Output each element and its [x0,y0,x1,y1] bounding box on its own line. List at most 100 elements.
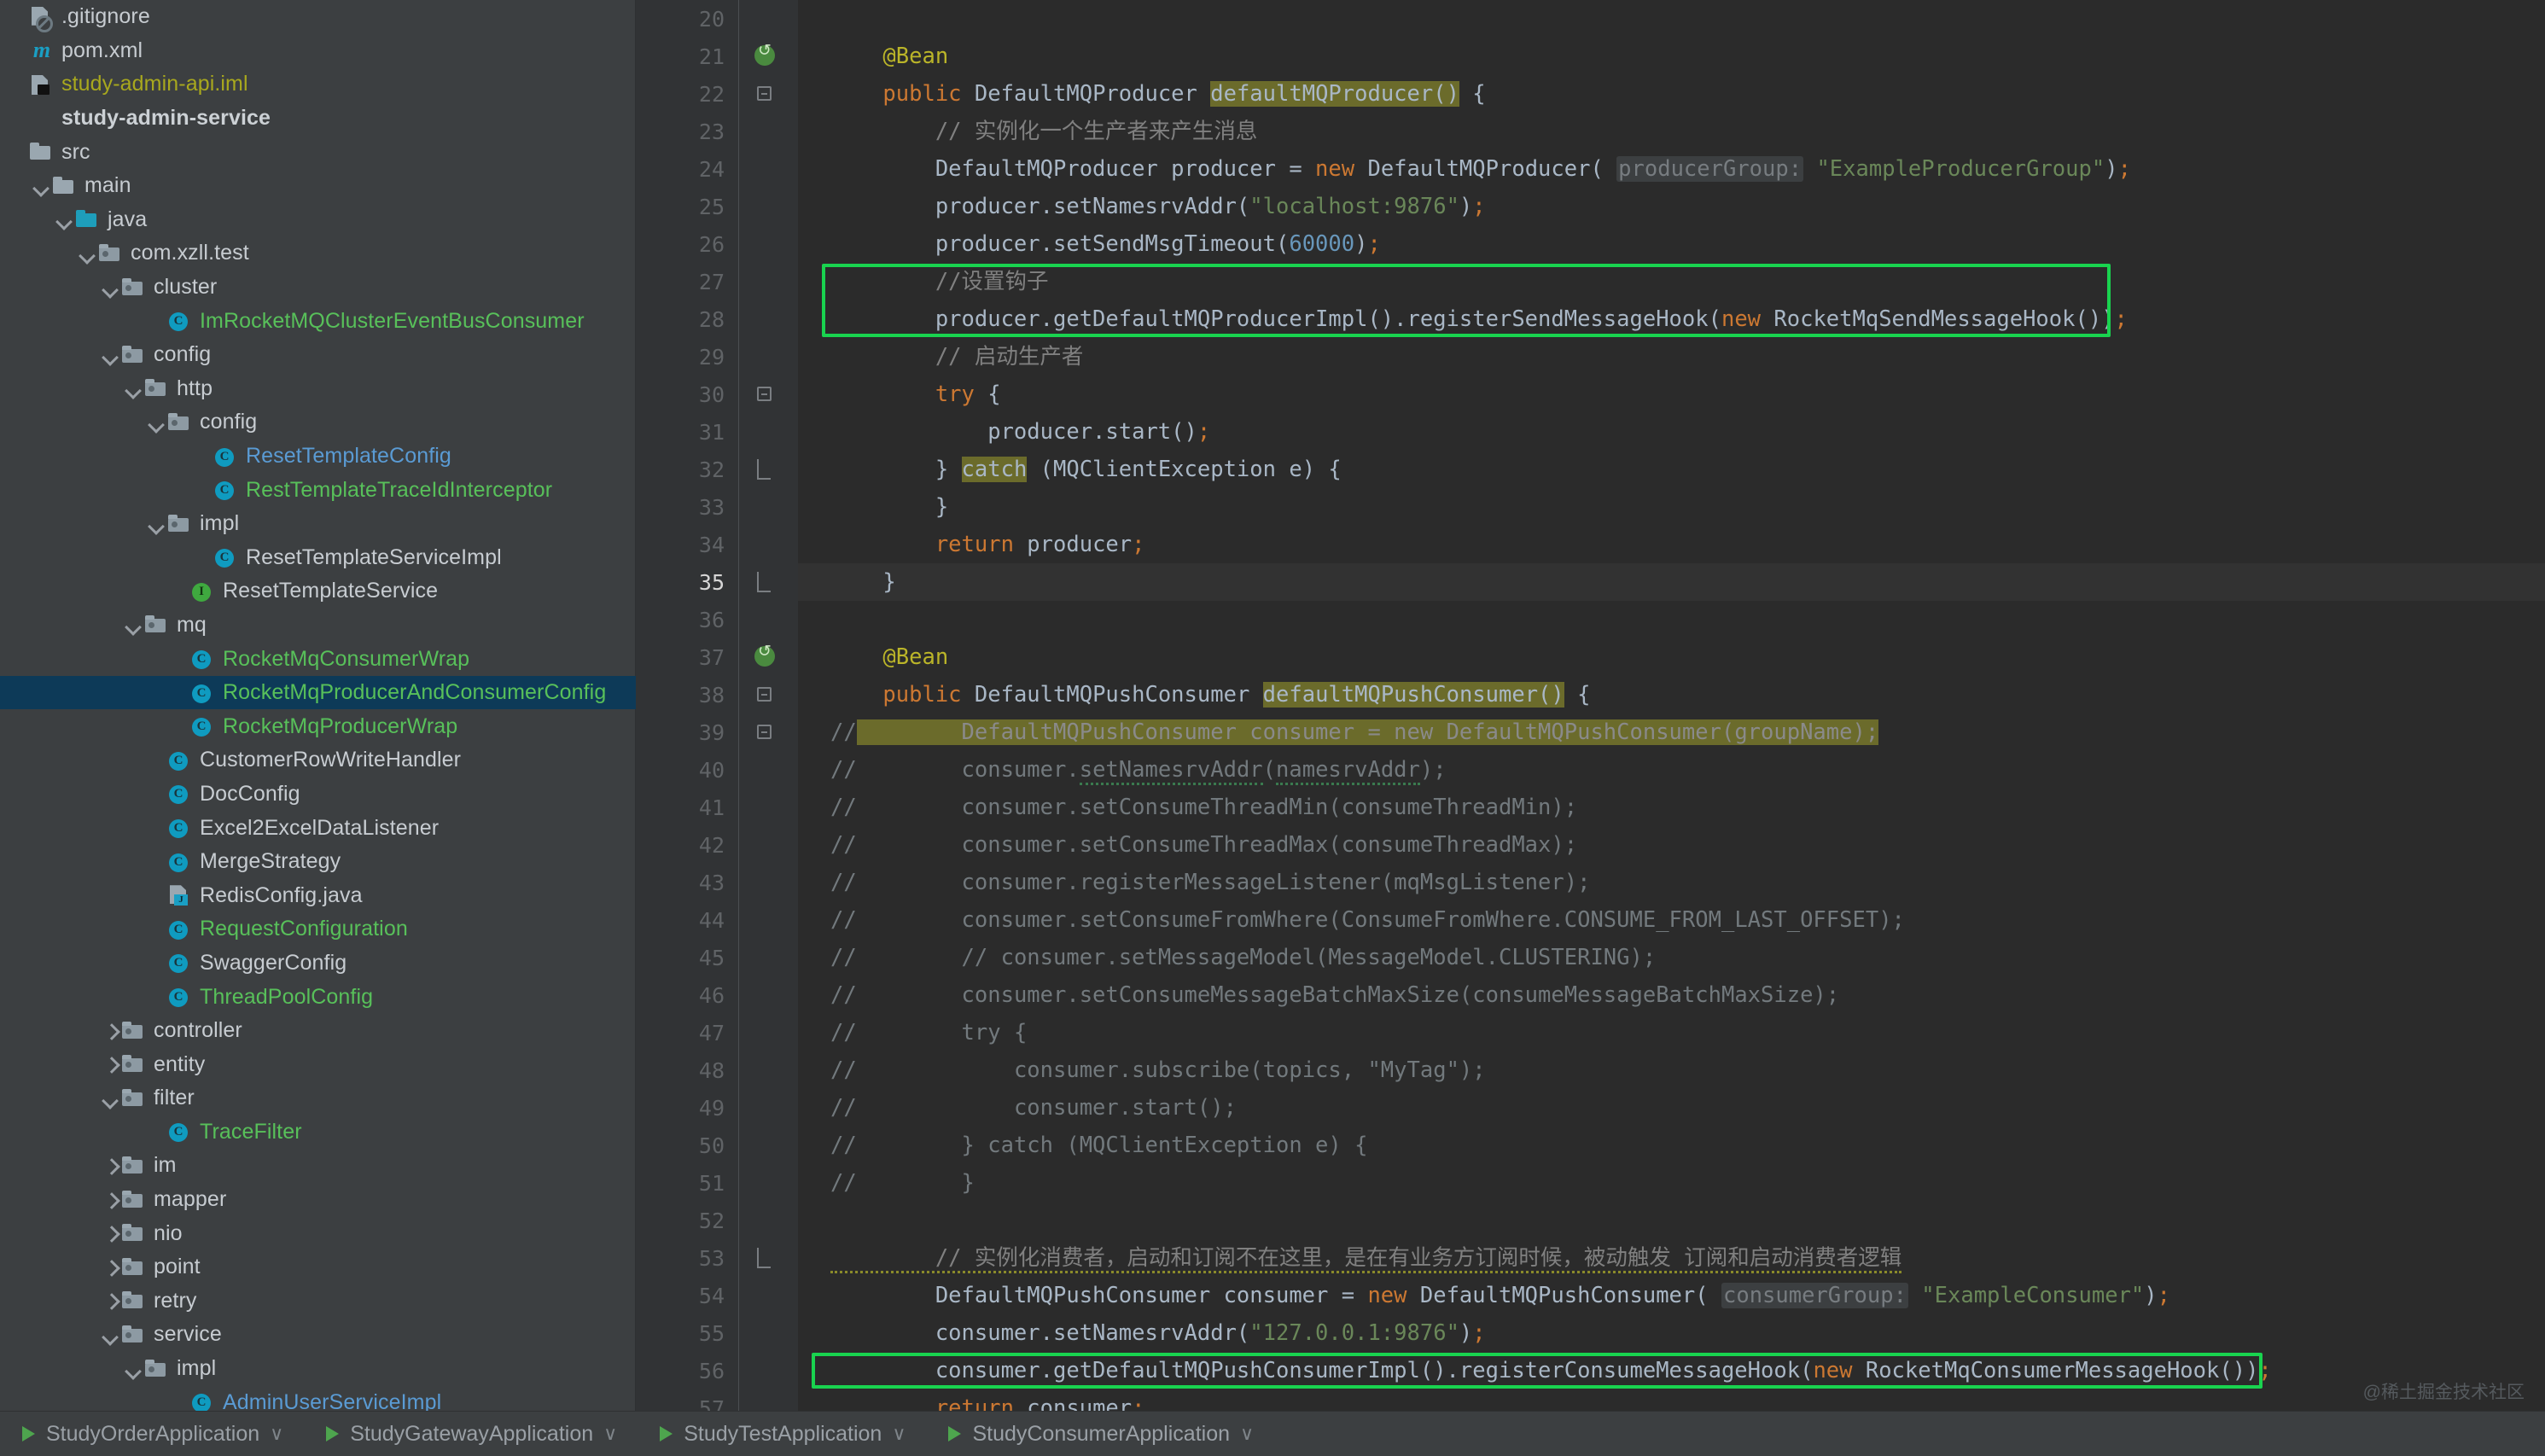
tree-row[interactable]: java [0,203,636,237]
chevron-right-icon[interactable] [99,1155,121,1177]
code-line[interactable]: // consumer.subscribe(topics, "MyTag"); [798,1051,2545,1089]
tree-row[interactable]: config [0,405,636,440]
code-line[interactable]: @Bean [798,38,2545,75]
chevron-down-icon[interactable] [30,175,52,197]
line-number[interactable]: 48 [636,1051,738,1089]
line-number[interactable]: 57 [636,1389,738,1412]
code-line[interactable] [798,1202,2545,1239]
code-line[interactable]: DefaultMQPushConsumer consumer = new Def… [798,1277,2545,1314]
line-number[interactable]: 21 [636,38,738,75]
fold-end-icon[interactable] [757,1248,771,1268]
tree-row[interactable]: J RedisConfig.java [0,878,636,912]
line-number[interactable]: 50 [636,1127,738,1164]
fold-end-icon[interactable] [757,572,771,592]
tree-row[interactable]: entity [0,1047,636,1081]
line-number[interactable]: 20 [636,0,738,38]
chevron-down-icon[interactable] [53,208,75,230]
tree-row[interactable]: im [0,1149,636,1183]
tree-row[interactable]: C ThreadPoolConfig [0,980,636,1014]
tree-row[interactable]: C CustomerRowWriteHandler [0,743,636,778]
tree-row[interactable]: study-admin-api.iml [0,67,636,102]
chevron-down-icon[interactable]: ∨ [603,1423,617,1445]
chevron-down-icon[interactable] [122,1358,144,1380]
code-line[interactable]: // consumer.setConsumeMessageBatchMaxSiz… [798,976,2545,1014]
code-line[interactable]: return producer; [798,526,2545,563]
line-number[interactable]: 32 [636,451,738,488]
code-line[interactable]: // consumer.setConsumeThreadMax(consumeT… [798,826,2545,864]
line-number[interactable]: 30 [636,376,738,413]
line-number[interactable]: 46 [636,976,738,1014]
run-tab[interactable]: StudyTestApplication ∨ [656,1422,906,1447]
chevron-down-icon[interactable] [99,1324,121,1346]
chevron-down-icon[interactable]: ∨ [1240,1423,1254,1445]
tree-row[interactable]: C ImRocketMQClusterEventBusConsumer [0,304,636,338]
code-line[interactable]: public DefaultMQProducer defaultMQProduc… [798,75,2545,113]
line-number[interactable]: 40 [636,751,738,789]
tree-row[interactable]: point [0,1250,636,1284]
chevron-right-icon[interactable] [99,1222,121,1244]
tree-row[interactable]: C TraceFilter [0,1115,636,1150]
line-number[interactable]: 45 [636,939,738,976]
code-canvas[interactable]: @Bean public DefaultMQProducer defaultMQ… [798,0,2545,1411]
line-number[interactable]: 35 [636,563,738,601]
chevron-right-icon[interactable] [99,1189,121,1211]
code-line[interactable]: } catch (MQClientException e) { [798,451,2545,488]
code-line[interactable]: } [798,563,2545,601]
code-line[interactable]: public DefaultMQPushConsumer defaultMQPu… [798,676,2545,713]
tree-row[interactable]: impl [0,1352,636,1386]
tree-row[interactable]: http [0,372,636,406]
fold-collapse-icon[interactable] [757,687,772,702]
code-line[interactable]: // consumer.start(); [798,1089,2545,1127]
tree-row[interactable]: retry [0,1284,636,1319]
code-line[interactable]: } [798,488,2545,526]
code-line[interactable]: try { [798,376,2545,413]
code-line[interactable]: producer.setSendMsgTimeout(60000); [798,225,2545,263]
line-number[interactable]: 25 [636,188,738,225]
line-number[interactable]: 42 [636,826,738,864]
line-number[interactable]: 24 [636,150,738,188]
line-number[interactable]: 41 [636,789,738,826]
code-line[interactable]: producer.getDefaultMQProducerImpl().regi… [798,300,2545,338]
code-line[interactable] [798,0,2545,38]
line-number[interactable]: 51 [636,1164,738,1202]
chevron-down-icon[interactable] [99,277,121,299]
tree-row[interactable]: C SwaggerConfig [0,946,636,981]
gutter-mark[interactable] [738,38,798,75]
tree-row[interactable]: src [0,135,636,169]
tree-row[interactable]: impl [0,507,636,541]
tree-row[interactable]: C MergeStrategy [0,845,636,879]
code-line[interactable]: // 实例化消费者，启动和订阅不在这里，是在有业务方订阅时候，被动触发 订阅和启… [798,1239,2545,1277]
tree-row[interactable]: mq [0,609,636,643]
chevron-right-icon[interactable] [99,1053,121,1075]
chevron-down-icon[interactable] [122,377,144,399]
chevron-down-icon[interactable]: ∨ [270,1423,283,1445]
code-line[interactable]: producer.setNamesrvAddr("localhost:9876"… [798,188,2545,225]
run-tab[interactable]: StudyOrderApplication ∨ [19,1422,283,1447]
code-line[interactable]: // consumer.registerMessageListener(mqMs… [798,864,2545,901]
code-line[interactable]: return consumer; [798,1389,2545,1411]
tree-row[interactable]: C RequestConfiguration [0,912,636,946]
tree-row[interactable]: C RocketMqProducerWrap [0,709,636,743]
line-number[interactable]: 29 [636,338,738,376]
tree-row[interactable]: C Excel2ExcelDataListener [0,811,636,845]
tree-row[interactable]: study-admin-service [0,102,636,136]
code-line[interactable]: //设置钩子 [798,263,2545,300]
gutter-mark[interactable] [738,376,798,413]
line-number[interactable]: 52 [636,1202,738,1239]
tree-row[interactable]: C DocConfig [0,778,636,812]
run-tab[interactable]: StudyGatewayApplication ∨ [323,1422,617,1447]
editor-area[interactable]: 20 21 22 23 24 25 26 27 28 29 30 31 32 33 34 35 36 37 38 39… [636,0,2545,1411]
line-number[interactable]: 33 [636,488,738,526]
code-line[interactable]: DefaultMQProducer producer = new Default… [798,150,2545,188]
code-line[interactable]: // 启动生产者 [798,338,2545,376]
chevron-down-icon[interactable] [145,411,167,434]
line-number[interactable]: 56 [636,1352,738,1389]
line-number[interactable]: 55 [636,1314,738,1352]
code-line[interactable]: // 实例化一个生产者来产生消息 [798,113,2545,150]
tree-row[interactable]: C ResetTemplateConfig [0,440,636,474]
tree-row[interactable]: config [0,338,636,372]
code-line[interactable]: // } [798,1164,2545,1202]
chevron-down-icon[interactable] [99,1087,121,1109]
line-number[interactable]: 38 [636,676,738,713]
fold-collapse-icon[interactable] [757,725,772,739]
